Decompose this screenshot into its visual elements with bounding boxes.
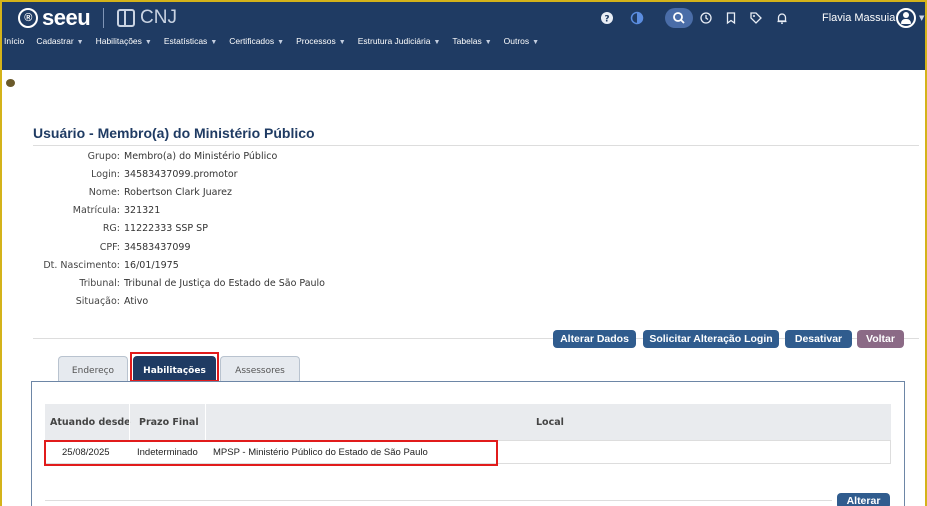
chevron-down-icon: ▼ [484, 39, 492, 46]
info-label: Grupo: [87, 151, 120, 162]
user-name[interactable]: Flavia Massuia [822, 12, 895, 24]
cnj-mark-icon [117, 9, 135, 27]
solicitar-alteracao-login-button[interactable]: Solicitar Alteração Login [643, 330, 779, 348]
tag-icon[interactable] [749, 11, 763, 25]
contrast-icon[interactable] [630, 11, 644, 25]
menu-item-estrutura-judiciaria[interactable]: Estrutura Judiciária ▼ [352, 36, 447, 46]
info-row: Login: 34583437099.promotor [0, 169, 400, 183]
info-row: Grupo: Membro(a) do Ministério Público [0, 151, 400, 165]
menu-item-label: Certificados [229, 36, 275, 46]
page-title: Usuário - Membro(a) do Ministério Públic… [33, 125, 315, 141]
info-row: CPF: 34583437099 [0, 242, 400, 256]
menu-item-tabelas[interactable]: Tabelas ▼ [446, 36, 497, 46]
bug-icon [6, 79, 15, 87]
info-row: Dt. Nascimento: 16/01/1975 [0, 260, 400, 274]
menu-item-inicio[interactable]: Início [2, 36, 30, 46]
info-value: Robertson Clark Juarez [124, 187, 232, 199]
info-value: Membro(a) do Ministério Público [124, 151, 278, 162]
info-label: Situação: [75, 295, 120, 307]
chevron-down-icon: ▼ [532, 39, 540, 46]
info-label: CPF: [99, 241, 120, 253]
info-row: Nome: Robertson Clark Juarez [0, 187, 400, 201]
cnj-logo: CNJ [117, 7, 177, 29]
info-row: Tribunal: Tribunal de Justiça do Estado d… [0, 278, 400, 292]
chevron-down-icon: ▼ [433, 39, 441, 46]
user-avatar-icon[interactable] [896, 8, 916, 28]
chevron-down-icon: ▼ [210, 39, 218, 46]
menu-item-label: Outros [503, 36, 530, 46]
info-value: 34583437099 [124, 241, 191, 253]
column-header-atuando-desde[interactable]: Atuando desde [50, 405, 131, 439]
menu-list: Início Cadastrar ▼ Habilitações ▼ Estatística… [2, 34, 545, 48]
search-button[interactable] [665, 8, 693, 28]
logo-text: seeu [42, 5, 91, 30]
bell-icon[interactable] [775, 11, 789, 25]
chevron-down-icon[interactable]: ▼ [919, 14, 924, 22]
info-label: Nome: [88, 187, 120, 199]
info-label: Tribunal: [79, 277, 120, 289]
bookmark-icon[interactable] [724, 11, 738, 25]
info-value: 16/01/1975 [124, 259, 179, 271]
column-divider [129, 404, 130, 440]
menu-item-estatisticas[interactable]: Estatísticas ▼ [158, 36, 223, 46]
tab-endereco[interactable]: Endereço [58, 356, 128, 381]
logo-separator [103, 8, 104, 28]
info-label: Login: [91, 169, 120, 181]
info-label: RG: [102, 223, 120, 235]
column-header-local[interactable]: Local [536, 405, 564, 439]
tab-assessores[interactable]: Assessores [220, 356, 300, 381]
column-header-prazo-final[interactable]: Prazo Final [139, 405, 199, 439]
seeu-logo[interactable]: ® seeu [18, 5, 91, 30]
title-divider [33, 145, 919, 146]
info-row: RG: 11222333 SSP SP [0, 223, 400, 237]
info-value: Ativo [124, 295, 149, 307]
logo-mark: ® [18, 8, 38, 28]
info-value: Tribunal de Justiça do Estado de São Pau… [124, 277, 325, 289]
menu-item-label: Estatísticas [163, 36, 208, 46]
info-row: Situação: Ativo [0, 296, 400, 310]
search-icon [673, 12, 685, 24]
alterar-button[interactable]: Alterar [837, 493, 890, 506]
main-menu: Início Cadastrar ▼ Habilitações ▼ Estatística… [2, 34, 925, 70]
info-row: Matrícula: 321321 [0, 205, 400, 219]
menu-item-label: Início [4, 36, 25, 46]
alterar-dados-button[interactable]: Alterar Dados [553, 330, 636, 348]
menu-item-label: Tabelas [452, 36, 482, 46]
chevron-down-icon: ▼ [277, 39, 285, 46]
history-icon[interactable] [699, 11, 713, 25]
cnj-text: CNJ [140, 7, 177, 28]
menu-item-outros[interactable]: Outros ▼ [498, 36, 545, 46]
menu-item-cadastrar[interactable]: Cadastrar ▼ [30, 36, 89, 46]
chevron-down-icon: ▼ [76, 39, 84, 46]
info-label: Matrícula: [72, 205, 120, 217]
help-icon[interactable]: ? [600, 11, 614, 25]
bottom-divider [45, 500, 832, 501]
voltar-button[interactable]: Voltar [857, 330, 904, 348]
menu-item-processos[interactable]: Processos ▼ [290, 36, 352, 46]
info-label: Dt. Nascimento: [43, 259, 120, 271]
svg-text:?: ? [604, 15, 609, 25]
info-value: 321321 [124, 205, 161, 217]
menu-item-label: Processos [296, 36, 336, 46]
tab-highlight-box [130, 352, 219, 382]
column-divider [205, 404, 206, 440]
info-value: 34583437099.promotor [124, 169, 238, 181]
menu-item-label: Cadastrar [36, 36, 74, 46]
menu-item-label: Estrutura Judiciária [357, 36, 431, 46]
menu-item-certificados[interactable]: Certificados ▼ [223, 36, 290, 46]
row-highlight-box [44, 440, 498, 466]
menu-item-label: Habilitações [95, 36, 142, 46]
top-bar: ® seeu CNJ ? Flavia Massuia ▼ [2, 2, 925, 34]
desativar-button[interactable]: Desativar [785, 330, 852, 348]
chevron-down-icon: ▼ [338, 39, 346, 46]
menu-item-habilitacoes[interactable]: Habilitações ▼ [90, 36, 158, 46]
chevron-down-icon: ▼ [144, 39, 152, 46]
info-value: 11222333 SSP SP [124, 223, 208, 235]
